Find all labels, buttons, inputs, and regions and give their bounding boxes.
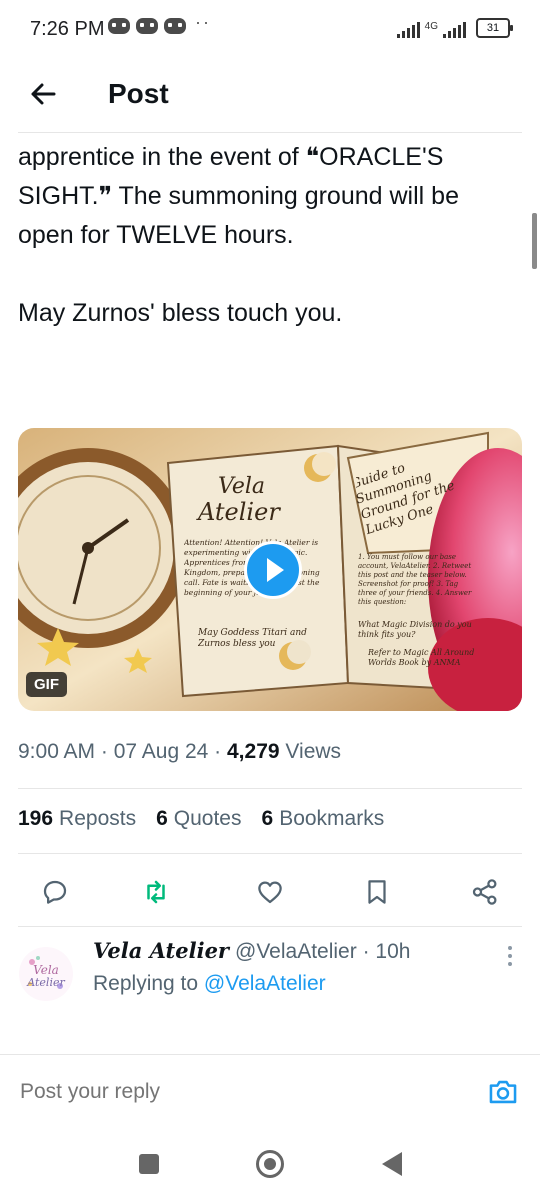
signal-icon-2 (443, 22, 466, 38)
status-bar: 7:26 PM ·· 4G 31 (0, 0, 540, 60)
reply-input[interactable] (18, 1079, 293, 1105)
divider (18, 853, 522, 854)
bookmarks-count: 6 (261, 807, 274, 830)
svg-text:Vela: Vela (33, 963, 59, 977)
reply-icon (43, 880, 67, 904)
system-indicators: 4G 31 (396, 18, 513, 38)
post-text-line: SIGHT.❞ The summoning ground will be (18, 182, 459, 210)
post-text: apprentice in the event of ❝ORACLE'S SIG… (18, 138, 523, 333)
gif-badge: GIF (26, 672, 67, 697)
reposts-count: 196 (18, 807, 54, 830)
battery-icon: 31 (476, 18, 513, 38)
book-title-atelier: Atelier (196, 498, 281, 526)
quotes-stat[interactable]: 6 Quotes (156, 807, 241, 831)
reply-handle[interactable]: @VelaAtelier (235, 940, 357, 963)
book-question: What Magic Division do you think fits yo… (358, 620, 472, 639)
post-meta: 9:00 AM · 07 Aug 24 · 4,279 Views (18, 740, 342, 763)
views-label: Views (285, 740, 342, 763)
divider (18, 788, 522, 789)
reply-time: 10h (375, 940, 411, 963)
more-notifications-icon: ·· (195, 12, 211, 32)
share-button[interactable] (465, 872, 505, 912)
game-controller-icon (136, 18, 158, 34)
replying-to: Replying to @VelaAtelier (93, 972, 326, 996)
camera-icon (489, 1080, 517, 1104)
back-button[interactable] (24, 74, 64, 114)
play-button[interactable] (244, 541, 302, 599)
system-nav-bar (0, 1124, 540, 1200)
post-text-line: May Zurnos' bless touch you. (18, 299, 343, 327)
book-left-signoff: May Goddess Titari and Zurnos bless you (198, 628, 307, 649)
camera-button[interactable] (486, 1075, 520, 1109)
book-right-page-text: 1. You must follow our base account, Vel… (358, 553, 472, 606)
repost-button[interactable] (136, 872, 176, 912)
post-media-gif[interactable]: Vela Atelier Attention! Attention! Vela … (18, 428, 522, 711)
more-options-icon[interactable] (508, 946, 514, 970)
system-back-button[interactable] (382, 1152, 402, 1176)
game-controller-icon (108, 18, 130, 34)
scrollbar-thumb[interactable] (532, 213, 537, 269)
scroll-text: Guide to Summoning Ground for the Lucky … (356, 460, 457, 539)
repost-icon (147, 880, 165, 904)
replying-mention[interactable]: @VelaAtelier (204, 972, 326, 995)
avatar[interactable]: Vela Atelier (18, 946, 74, 1002)
heart-icon (258, 881, 282, 904)
share-icon (472, 879, 497, 905)
views-count: 4,279 (227, 740, 280, 763)
book-title-vela: Vela (218, 474, 265, 499)
post-text-line: apprentice in the event of ❝ORACLE'S (18, 143, 444, 171)
reply-composer (0, 1054, 540, 1125)
quotes-count: 6 (156, 807, 168, 830)
arrow-left-icon (31, 83, 56, 105)
notification-icons (108, 18, 186, 34)
bookmarks-stat[interactable]: 6 Bookmarks (262, 807, 385, 831)
action-bar (0, 862, 540, 922)
app-header: Post (0, 60, 540, 132)
post-stats: 196 Reposts 6 Quotes 6 Bookmarks (18, 807, 384, 831)
header-divider (18, 132, 522, 133)
network-type: 4G (424, 21, 438, 32)
avatar-logo: Vela Atelier (19, 947, 73, 1001)
home-button[interactable] (256, 1150, 284, 1178)
book-footer: Refer to Magic All Around Worlds Book by… (368, 648, 475, 667)
quotes-label: Quotes (173, 807, 242, 830)
reposts-label: Reposts (59, 807, 137, 830)
like-button[interactable] (250, 872, 290, 912)
reply-button[interactable] (35, 872, 75, 912)
reply-item[interactable]: Vela Atelier Vela Atelier @VelaAtelier · … (0, 928, 540, 1048)
replying-label: Replying to (93, 972, 199, 995)
reply-display-name[interactable]: Vela Atelier (93, 938, 229, 963)
reposts-stat[interactable]: 196 Reposts (18, 807, 136, 831)
recents-button[interactable] (139, 1154, 159, 1174)
reply-header: Vela Atelier @VelaAtelier · 10h (93, 938, 411, 963)
post-date: 07 Aug 24 (113, 740, 209, 763)
status-time: 7:26 PM (30, 18, 105, 40)
divider (18, 926, 522, 927)
bookmarks-label: Bookmarks (279, 807, 385, 830)
page-title: Post (108, 78, 169, 109)
signal-icon (396, 22, 420, 38)
post-text-line: open for TWELVE hours. (18, 221, 294, 249)
game-controller-icon (164, 18, 186, 34)
bookmark-button[interactable] (357, 872, 397, 912)
svg-text:Atelier: Atelier (26, 976, 65, 989)
bookmark-icon (368, 880, 386, 904)
post-time: 9:00 AM (18, 740, 96, 763)
